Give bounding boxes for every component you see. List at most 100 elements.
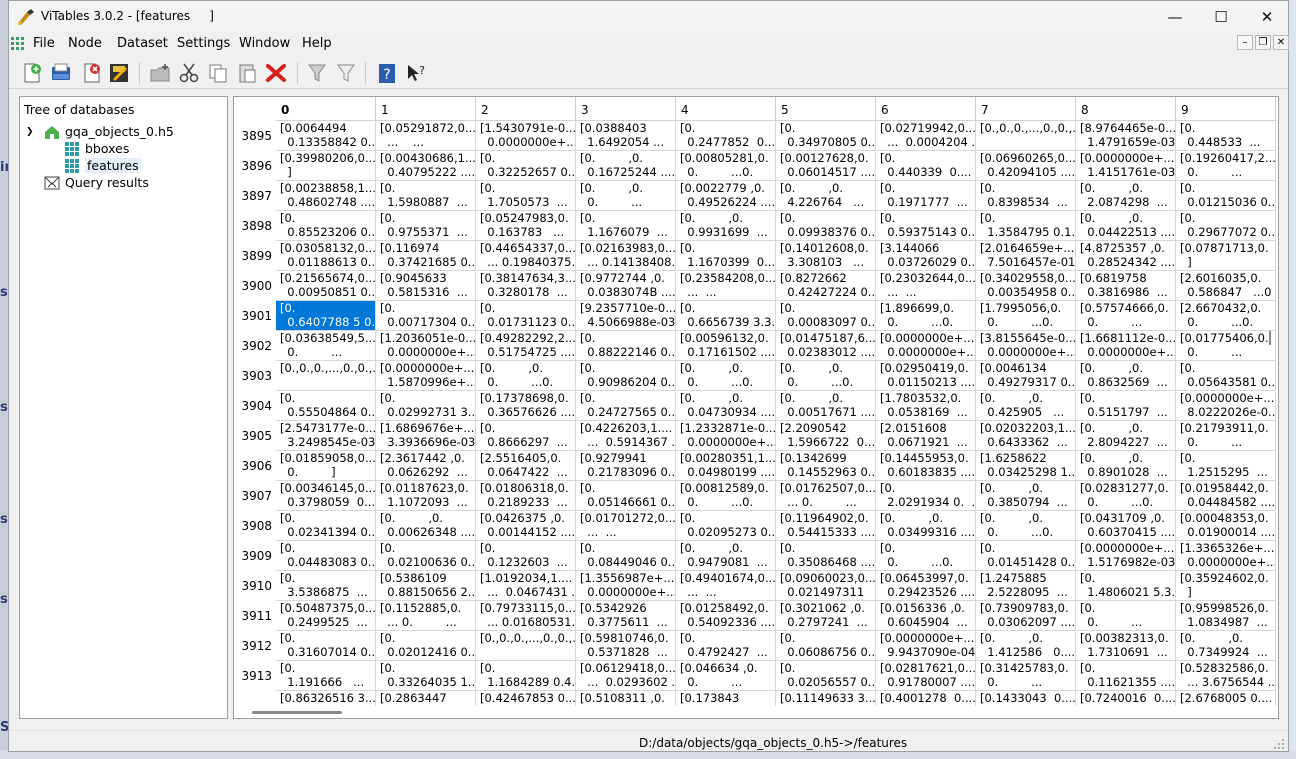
table-cell[interactable]: [0. 0. ... (1076, 601, 1176, 631)
table-cell[interactable]: [1.3556987e+... 0.0000000e+... (576, 571, 676, 601)
table-cell[interactable]: [0.52832586,0. ... 3.6756544 ... (1176, 661, 1276, 691)
table-cell[interactable]: [0.6819758 0.3816986 ... (1076, 271, 1176, 301)
table-cell[interactable]: [0.0000000e+... 1.5870996e+... (376, 361, 476, 391)
table-cell[interactable]: [1.2036051e-0... 0.0000000e+... (376, 331, 476, 361)
table-cell[interactable]: [0.0000000e+... 8.0222026e-0... (1176, 391, 1276, 421)
table-cell[interactable]: [0. 0.01451428 0.... (976, 541, 1076, 571)
table-cell[interactable]: [0.0426375 ,0. 0.00144152 ...... (476, 511, 576, 541)
row-header[interactable]: 3904 (234, 391, 276, 421)
table-cell[interactable]: [2.2090542 1.5966722 0.... (776, 421, 876, 451)
table-cell[interactable]: [0.00346145,0.... 0.3798059 0.... (276, 481, 376, 511)
table-cell[interactable]: [0. ,0. 0.03499316 ...... (876, 511, 976, 541)
table-cell[interactable]: [0.4226203,1.... ... 0.5914367 ... (576, 421, 676, 451)
table-cell[interactable]: [0. ,0. 0.9479081 ... (676, 541, 776, 571)
table-cell[interactable]: [0.23032644,0.... ... ... (876, 271, 976, 301)
table-cell[interactable]: [0. 0.04483083 0.... (276, 541, 376, 571)
table-cell[interactable]: [0. 0.29677072 0.... (1176, 211, 1276, 241)
table-cell[interactable]: [0.02163983,0.... ... 0.14138408... (576, 241, 676, 271)
row-header[interactable]: 3911 (234, 601, 276, 631)
maximize-button[interactable]: ☐ (1198, 1, 1244, 32)
table-cell[interactable]: [0. ,0. 0. ...0. (776, 361, 876, 391)
table-cell[interactable]: [2.5473177e-0... 3.2498545e-03] (276, 421, 376, 451)
table-cell[interactable]: [0. 0.35086468 ...... (776, 541, 876, 571)
row-header[interactable]: 3896 (234, 151, 276, 181)
table-cell[interactable]: [0. 0.02992731 3.... (376, 391, 476, 421)
table-cell[interactable]: [0.00430686,1.... 0.40795222 ...... (376, 151, 476, 181)
table-cell[interactable]: [0.06129418,0.... ... 0.0293602 ... (576, 661, 676, 691)
table-cell[interactable]: [0.8272662 0.42427224 0.... (776, 271, 876, 301)
table-cell[interactable]: [0. ,0. 0.16725244 ...... (576, 151, 676, 181)
cut-button[interactable] (176, 60, 202, 86)
table-cell[interactable]: [0.34029558,0.... 0.00354958 0.... (976, 271, 1076, 301)
table-cell[interactable]: [0. 0.32252657 0.... (476, 151, 576, 181)
table-cell[interactable]: [0.5342926 0.3775611 ... (576, 601, 676, 631)
table-cell[interactable]: [0.19260417,2.... 0. ... (1176, 151, 1276, 181)
table-cell[interactable]: [0.59810746,0. 0.5371828 ... (576, 631, 676, 661)
table-cell[interactable]: [0. 0.01731123 0.... (476, 301, 576, 331)
table-cell[interactable]: [0.0156336 ,0. 0.6045904 ... (876, 601, 976, 631)
table-cell[interactable]: [0. 1.191666 ... (276, 661, 376, 691)
table-cell[interactable]: [0.01762507,0.... ... 0. ... (776, 481, 876, 511)
table-cell[interactable]: [0.02817621,0.... 0.91780007 ...... (876, 661, 976, 691)
table-cell[interactable]: [0.79733115,0.... ... 0.01680531... (476, 601, 576, 631)
table-cell[interactable]: [0.95998526,0. 1.0834987 ... (1176, 601, 1276, 631)
column-header[interactable]: 7 (976, 97, 1076, 121)
scrollbar-thumb[interactable] (252, 711, 342, 714)
delete-button[interactable] (263, 60, 289, 86)
row-header[interactable]: 3910 (234, 571, 276, 601)
tree-item-query-results[interactable]: Query results (44, 174, 149, 191)
table-cell[interactable]: [0. 0.05643581 0.... (1176, 361, 1276, 391)
table-cell[interactable]: [0.00127628,0. 0.06014517 ...... (776, 151, 876, 181)
table-cell[interactable]: [0. ,0. 1.412586 0.... (976, 631, 1076, 661)
table-cell[interactable]: [0.03638549,5.... 0. ... (276, 331, 376, 361)
whats-this-button[interactable]: ? (403, 60, 429, 86)
table-cell[interactable]: [0. 0.1232603 ... (476, 541, 576, 571)
table-cell[interactable]: [0.02950419,0. 0.01150213 ...... (876, 361, 976, 391)
table-cell[interactable]: [0. 0.6656739 3.3... (676, 301, 776, 331)
table-cell[interactable]: [0.00238858,1.... 0.48602748 ...... (276, 181, 376, 211)
table-cell[interactable]: [0. 1.2515295 ... (1176, 451, 1276, 481)
table-cell[interactable]: [0.0046134 0.49279317 0.... (976, 361, 1076, 391)
table-cell[interactable]: [0. 0.02341394 0.... (276, 511, 376, 541)
table-cell[interactable]: [0. 0.448533 ... (1176, 121, 1276, 151)
table-cell[interactable]: [2.6016035,0. 0.586847 ...0 (1176, 271, 1276, 301)
menu-dataset[interactable]: Dataset (117, 36, 168, 51)
menu-help[interactable]: Help (302, 36, 332, 51)
table-cell[interactable]: [0.116974 0.37421685 0.... (376, 241, 476, 271)
close-file-button[interactable] (79, 60, 105, 86)
table-cell[interactable]: [0.0000000e+... 1.5176982e-03] (1076, 541, 1176, 571)
table-cell[interactable]: [0. 1.1676079 ... (576, 211, 676, 241)
open-file-button[interactable] (48, 60, 74, 86)
table-cell[interactable]: [0. ,0. 0.00517671 ...... (776, 391, 876, 421)
table-cell[interactable]: [0. 0.55504864 0.... (276, 391, 376, 421)
table-cell[interactable]: [0. 1.3584795 0.1... (976, 211, 1076, 241)
mdi-minimize-button[interactable]: – (1237, 35, 1253, 50)
table-cell[interactable]: [0.0000000e+... 1.4151761e-03] (1076, 151, 1176, 181)
table-cell[interactable]: [0.57574666,0. 0. ... (1076, 301, 1176, 331)
table-cell[interactable]: [0. 0.33264035 1.... (376, 661, 476, 691)
table-cell[interactable]: [0.0022779 ,0. 0.49526224 ...... (676, 181, 776, 211)
table-cell[interactable]: [0.11964902,0. 0.54415333 ...... (776, 511, 876, 541)
table-cell[interactable]: [0.05291872,0.... ... ... (376, 121, 476, 151)
table-cell[interactable]: [0.9772744 ,0. 0.0383074B ...... (576, 271, 676, 301)
table-cell[interactable]: [0.03058132,0.... 0.01188613 0.... (276, 241, 376, 271)
table-cell[interactable]: [0. ,0. 0.8632569 ... (1076, 361, 1176, 391)
table-cell[interactable]: [0. 0.8666297 ... (476, 421, 576, 451)
table-cell[interactable]: [0.,0.,0.,...,0.,0.,... (476, 631, 576, 661)
row-header[interactable]: 3897 (234, 181, 276, 211)
table-cell[interactable]: [0. ,0. 2.8094227 ... (1076, 421, 1176, 451)
table-cell[interactable]: [0. 0.1971777 ... (876, 181, 976, 211)
table-cell[interactable]: [0.02032203,1.... 0.6433362 ... (976, 421, 1076, 451)
column-header[interactable]: 2 (476, 97, 576, 121)
table-cell[interactable]: [0. ,0. 0. ...0. (476, 361, 576, 391)
table-cell[interactable]: [0.00596132,0. 0.17161502 ...... (676, 331, 776, 361)
column-header[interactable]: 8 (1076, 97, 1176, 121)
paste-button[interactable] (234, 60, 260, 86)
table-cell[interactable]: [0.14455953,0. 0.60183835 ...... (876, 451, 976, 481)
table-cell[interactable]: [0.21793911,0. 0. ... (1176, 421, 1276, 451)
table-cell[interactable]: [0.0064494 0.13358842 0.... (276, 121, 376, 151)
table-corner[interactable] (234, 97, 276, 121)
table-cell[interactable]: [0.73909783,0. 0.03062097 ...... (976, 601, 1076, 631)
table-cell[interactable]: [0.31425783,0. 0. ... (976, 661, 1076, 691)
table-cell[interactable]: [1.7995056,0. 0. ...0. (976, 301, 1076, 331)
